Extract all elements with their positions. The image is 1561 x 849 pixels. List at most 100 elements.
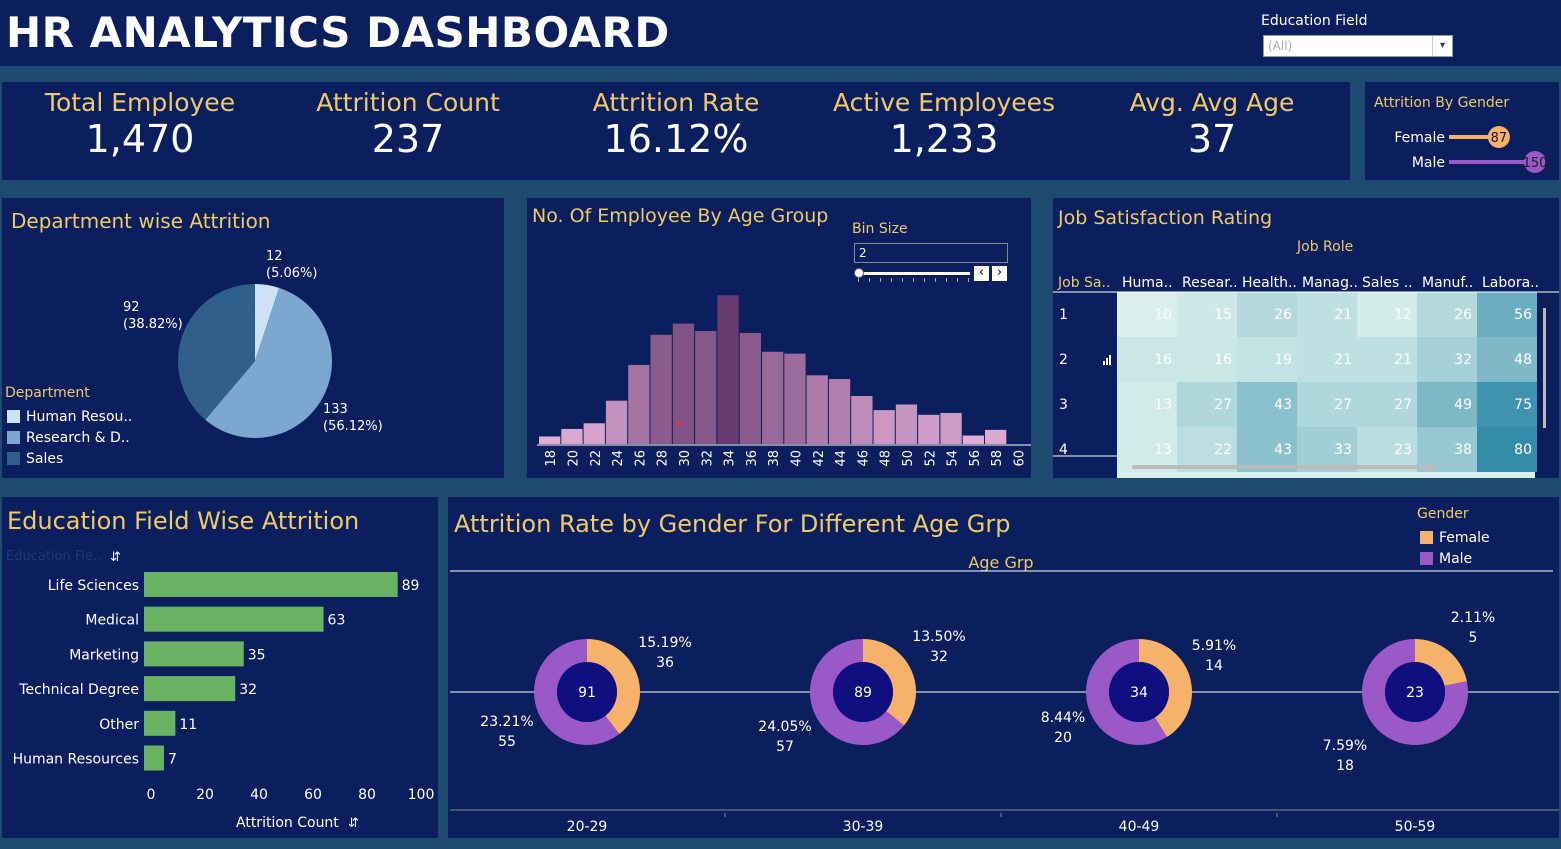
age-tick-label: 20 [566,450,581,467]
job-role-column-header[interactable]: Manuf.. [1422,275,1473,291]
gender-age-donuts[interactable]: Age Grp 91 15.19% 36 23.21% 55 20-29 89 13.50% 3… [448,497,1559,838]
donut-total: 34 [1130,685,1148,701]
job-satisfaction-row-label: 3 [1059,397,1068,413]
male-pct-label: 23.21% [480,714,533,730]
heatmap-cell-value: 49 [1454,397,1472,413]
education-bar[interactable] [144,710,176,736]
age-bar-58[interactable] [985,429,1007,444]
heatmap-cell-value: 56 [1514,307,1532,323]
legend-item-hr[interactable]: Human Resou.. [7,406,132,427]
heatmap-cell-value: 15 [1214,307,1232,323]
attrition-by-gender-chart[interactable]: Female 87 Male 150 [1365,120,1559,178]
age-bar-50[interactable] [895,404,918,444]
age-bar-26[interactable] [628,364,650,444]
education-field-label: Other [99,717,139,733]
age-tick-label: 24 [611,450,626,467]
age-bar-38[interactable] [762,351,784,444]
job-satisfaction-heatmap[interactable]: Huma.. Resear.. Health.. Manag.. Sales .. Man… [1053,198,1559,478]
pie-label-count-hr: 12 [266,249,283,264]
education-bar-value: 35 [248,647,266,663]
job-role-column-header[interactable]: Resear.. [1182,275,1238,291]
job-role-column-header[interactable]: Sales .. [1362,275,1413,291]
legend-item-rd[interactable]: Research & D.. [7,427,132,448]
education-bar-value: 7 [168,752,177,768]
job-role-column-header[interactable]: Labora.. [1482,275,1539,291]
legend-item-sales[interactable]: Sales [7,448,132,469]
legend-label: Sales [26,450,64,467]
education-bar[interactable] [144,572,398,597]
gender-age-panel: Attrition Rate by Gender For Different A… [448,497,1559,838]
age-grp-label: 40-49 [1119,819,1160,835]
heatmap-cell-value: 43 [1274,442,1292,458]
age-histogram[interactable]: 18 20 22 24 26 28 30 32 34 36 38 40 42 44 46 48 50 52 54 56… [527,198,1031,478]
education-bar[interactable] [144,606,324,632]
x-tick-label: 40 [250,787,268,803]
donut-total: 91 [578,685,596,701]
education-bar[interactable] [144,676,236,702]
age-bar-34[interactable] [717,295,739,444]
job-role-column-header[interactable]: Health.. [1242,275,1297,291]
age-bar-20[interactable] [561,428,583,444]
male-count-label: 20 [1054,730,1072,746]
age-bar-24[interactable] [605,400,628,444]
kpi-avg-age: Avg. Avg Age 37 [1082,88,1342,161]
education-bar-chart[interactable]: Life Sciences 89 Medical 63 Marketing 35 Techn… [2,497,438,838]
female-count-label: 5 [1469,630,1478,646]
heatmap-cell-value: 16 [1154,352,1172,368]
x-tick-label: 0 [147,787,156,803]
age-bar-52[interactable] [918,414,940,444]
chevron-down-icon[interactable]: ▾ [1432,36,1452,56]
kpi-label: Total Employee [44,88,236,117]
age-bar-44[interactable] [828,379,851,444]
age-bar-32[interactable] [695,331,717,444]
kpi-value: 16.12% [603,117,749,161]
job-role-column-header[interactable]: Huma.. [1122,275,1173,291]
heatmap-cell-value: 23 [1394,442,1412,458]
age-bar-48[interactable] [873,410,895,444]
age-bar-28[interactable] [650,334,672,444]
heatmap-cell-value: 22 [1214,442,1232,458]
donut-total: 89 [854,685,872,701]
education-field-label: Marketing [69,647,139,663]
age-bar-40[interactable] [784,353,806,444]
age-tick-label: 22 [589,450,604,467]
job-role-column-header[interactable]: Manag.. [1302,275,1358,291]
kpi-label: Avg. Avg Age [1129,88,1295,117]
department-legend: Human Resou.. Research & D.. Sales [7,406,132,469]
heatmap-cell-value: 26 [1454,307,1472,323]
age-bar-46[interactable] [851,396,873,444]
job-satisfaction-panel: Job Satisfaction Rating Job Role Huma.. R… [1053,198,1559,478]
kpi-value: 1,470 [85,117,195,161]
heatmap-cell-value: 38 [1454,442,1472,458]
sort-icon[interactable]: ⇵ [348,816,359,831]
education-field-filter-dropdown[interactable]: (All) ▾ [1263,35,1453,57]
age-bar-36[interactable] [739,332,761,444]
female-pct-label: 5.91% [1192,638,1236,654]
age-tick-label: 60 [1012,450,1027,467]
age-grp-label: 50-59 [1395,819,1436,835]
education-bar[interactable] [144,745,164,771]
age-tick-label: 42 [812,450,827,467]
age-bar-18[interactable] [539,436,561,444]
age-bar-22[interactable] [583,423,605,444]
age-bar-42[interactable] [806,375,828,444]
kpi-value: 237 [371,117,445,161]
education-bar[interactable] [144,641,244,667]
education-bar-value: 11 [179,717,197,733]
education-bar-value: 89 [402,578,420,594]
gender-value-female: 87 [1491,131,1508,146]
age-bar-56[interactable] [962,435,984,444]
vertical-scrollbar[interactable] [1543,308,1546,428]
male-count-label: 57 [776,739,794,755]
heatmap-cell-value: 48 [1514,352,1532,368]
age-bar-30[interactable] [672,323,695,444]
education-field-label: Medical [85,613,139,629]
horizontal-scrollbar[interactable] [1132,465,1438,469]
male-pct-label: 24.05% [758,719,811,735]
bar-chart-icon[interactable] [1103,355,1111,365]
age-bar-54[interactable] [940,412,962,444]
pie-label-count-sales: 92 [123,300,140,315]
gender-label-male: Male [1412,155,1445,171]
female-count-label: 32 [930,649,948,665]
x-tick-label: 60 [304,787,322,803]
